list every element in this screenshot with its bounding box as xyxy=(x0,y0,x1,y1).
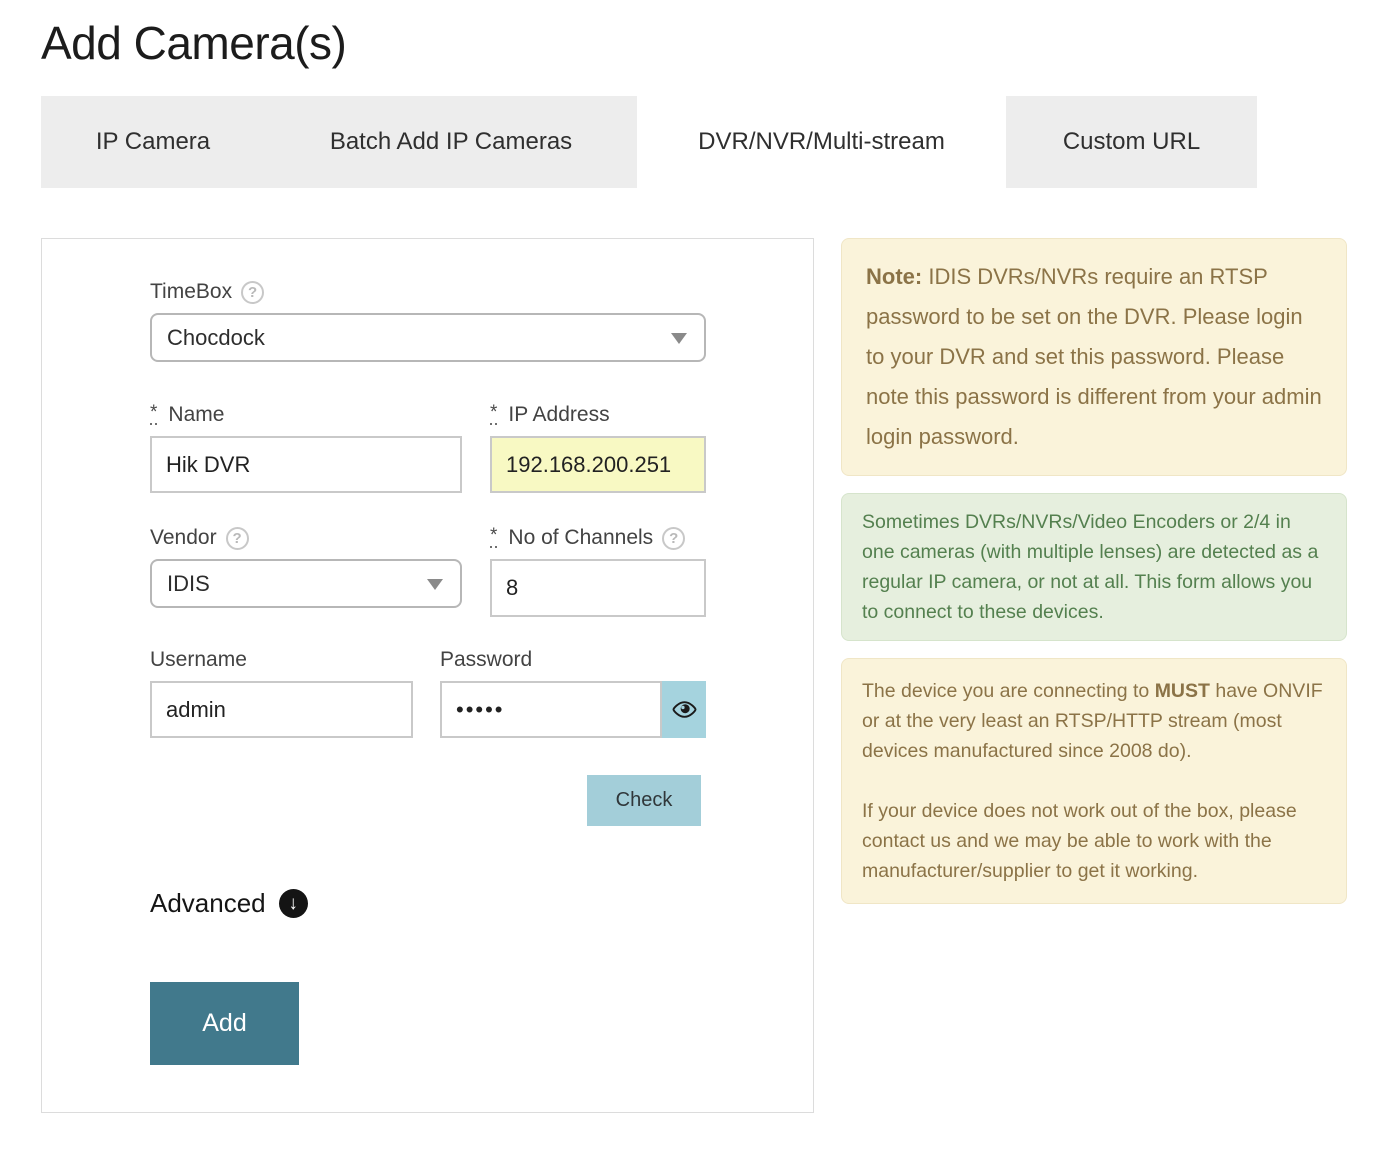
advanced-toggle[interactable]: Advanced ↓ xyxy=(150,888,308,919)
note-bold-prefix: Note: xyxy=(866,264,922,289)
show-password-button[interactable] xyxy=(662,681,706,738)
required-marker: * xyxy=(490,529,497,548)
tab-bar: IP Camera Batch Add IP Cameras DVR/NVR/M… xyxy=(41,96,1378,188)
password-label: Password xyxy=(440,648,706,672)
ip-address-label: * IP Address xyxy=(490,403,706,427)
name-ip-row: * Name * IP Address xyxy=(150,403,813,493)
tab-ip-camera-label: IP Camera xyxy=(96,128,210,156)
timebox-select[interactable]: Chocdock xyxy=(150,313,706,362)
timebox-label: TimeBox ? xyxy=(150,280,813,304)
tab-batch-add-ip-cameras[interactable]: Batch Add IP Cameras xyxy=(265,96,637,188)
required-marker: * xyxy=(150,406,157,425)
detection-info-note: Sometimes DVRs/NVRs/Video Encoders or 2/… xyxy=(841,493,1347,641)
main-content: TimeBox ? Chocdock * Name * xyxy=(41,238,1378,1113)
dropdown-arrow-icon xyxy=(671,333,687,344)
check-button[interactable]: Check xyxy=(587,775,701,826)
note3-bold: MUST xyxy=(1155,680,1210,702)
tab-custom-url[interactable]: Custom URL xyxy=(1006,96,1257,188)
notes-column: Note: IDIS DVRs/NVRs require an RTSP pas… xyxy=(841,238,1347,904)
ip-address-input[interactable] xyxy=(490,436,706,493)
timebox-selected-value: Chocdock xyxy=(167,325,265,351)
channels-help-icon[interactable]: ? xyxy=(662,527,685,550)
add-dvr-form-panel: TimeBox ? Chocdock * Name * xyxy=(41,238,814,1113)
vendor-help-icon[interactable]: ? xyxy=(226,527,249,550)
onvif-requirement-note: The device you are connecting to MUST ha… xyxy=(841,658,1347,904)
tab-dvr-nvr-label: DVR/NVR/Multi-stream xyxy=(698,128,945,156)
password-input[interactable] xyxy=(440,681,662,738)
note3-p1-pre: The device you are connecting to xyxy=(862,680,1155,702)
credentials-row: Username Password xyxy=(150,648,813,738)
dropdown-arrow-icon xyxy=(427,579,443,590)
tab-batch-add-label: Batch Add IP Cameras xyxy=(330,128,572,156)
channels-label: * No of Channels ? xyxy=(490,526,706,550)
tab-custom-url-label: Custom URL xyxy=(1063,128,1200,156)
page-title: Add Camera(s) xyxy=(41,16,1378,70)
tab-dvr-nvr-multi-stream[interactable]: DVR/NVR/Multi-stream xyxy=(637,96,1006,188)
channels-input[interactable] xyxy=(490,559,706,617)
required-marker: * xyxy=(490,406,497,425)
idis-rtsp-note: Note: IDIS DVRs/NVRs require an RTSP pas… xyxy=(841,238,1347,476)
advanced-label: Advanced xyxy=(150,888,266,919)
vendor-select[interactable]: IDIS xyxy=(150,559,462,608)
name-label: * Name xyxy=(150,403,462,427)
vendor-selected-value: IDIS xyxy=(167,571,210,597)
vendor-channels-row: Vendor ? IDIS * No of Channels ? xyxy=(150,526,813,617)
check-row: Check xyxy=(587,775,813,826)
page: Add Camera(s) IP Camera Batch Add IP Cam… xyxy=(0,0,1378,1113)
vendor-label: Vendor ? xyxy=(150,526,462,550)
circle-down-arrow-icon: ↓ xyxy=(279,889,308,918)
note1-text: IDIS DVRs/NVRs require an RTSP password … xyxy=(866,264,1322,449)
eye-icon xyxy=(671,696,698,723)
add-button[interactable]: Add xyxy=(150,982,299,1065)
tab-ip-camera[interactable]: IP Camera xyxy=(41,96,265,188)
note3-p2: If your device does not work out of the … xyxy=(862,796,1326,886)
timebox-help-icon[interactable]: ? xyxy=(241,281,264,304)
username-label: Username xyxy=(150,648,413,672)
name-input[interactable] xyxy=(150,436,462,493)
note2-text: Sometimes DVRs/NVRs/Video Encoders or 2/… xyxy=(862,507,1326,627)
username-input[interactable] xyxy=(150,681,413,738)
